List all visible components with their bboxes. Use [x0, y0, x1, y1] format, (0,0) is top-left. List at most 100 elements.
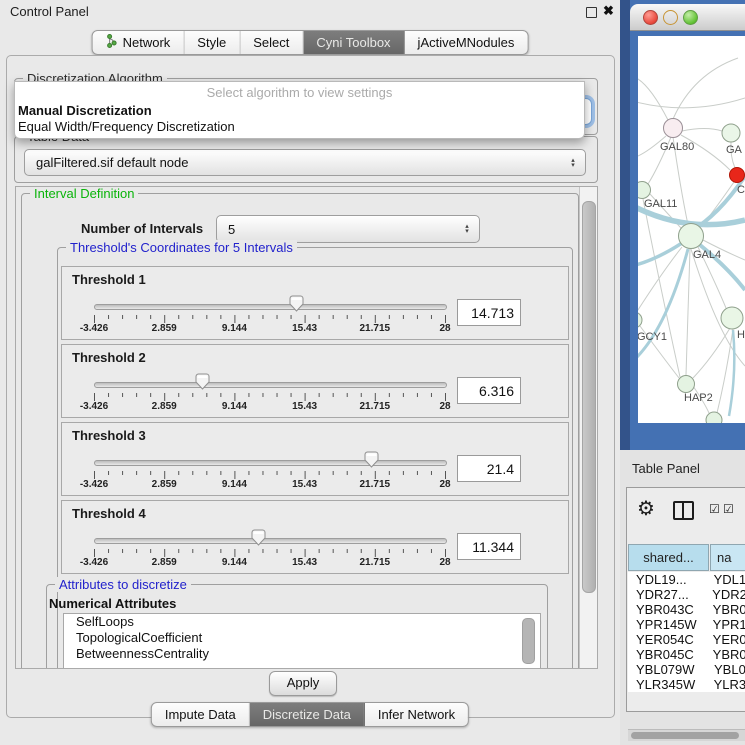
threshold-value-field[interactable]: 11.344	[457, 533, 521, 560]
table-data-combo-value: galFiltered.sif default node	[25, 155, 565, 170]
network-window-titlebar[interactable]	[630, 4, 745, 31]
attribute-item[interactable]: SelfLoops	[64, 614, 540, 630]
threshold-panel: Threshold 4-3.4262.8599.14415.4321.71528…	[61, 500, 569, 574]
threshold-slider[interactable]	[94, 382, 447, 388]
algorithm-dropdown-popup: Select algorithm to view settings Manual…	[14, 81, 585, 139]
tab-infer-network[interactable]: Infer Network	[365, 703, 468, 726]
network-node[interactable]	[638, 312, 642, 328]
tick-label: 9.144	[204, 323, 264, 334]
tab-impute-data[interactable]: Impute Data	[152, 703, 250, 726]
apply-button[interactable]: Apply	[269, 671, 337, 696]
tab-label: Style	[197, 35, 226, 50]
tick-label: -3.426	[64, 401, 124, 412]
tick-label: 2.859	[134, 479, 194, 490]
threshold-value-field[interactable]: 14.713	[457, 299, 521, 326]
node-label: GA	[726, 144, 743, 156]
threshold-label: Threshold 3	[72, 428, 146, 443]
network-node[interactable]	[664, 119, 683, 138]
tick-label: 9.144	[204, 479, 264, 490]
network-node[interactable]	[730, 168, 745, 183]
settings-scrollbar[interactable]	[579, 187, 597, 668]
tick-label: 21.715	[345, 401, 405, 412]
network-edge	[638, 98, 745, 108]
threshold-value-field[interactable]: 21.4	[457, 455, 521, 482]
network-node[interactable]	[638, 182, 651, 199]
close-icon[interactable]: ✖	[603, 3, 614, 19]
tick-label: -3.426	[64, 323, 124, 334]
settings-scrollbar-thumb[interactable]	[582, 201, 596, 593]
cell-name: YDR2	[708, 587, 745, 602]
threshold-slider[interactable]	[94, 304, 447, 310]
algorithm-option[interactable]: Manual Discretization	[18, 103, 152, 118]
close-light[interactable]	[643, 10, 658, 25]
attributes-title: Attributes to discretize	[55, 577, 191, 592]
tab-label: Impute Data	[165, 707, 236, 722]
float-window-icon[interactable]	[586, 7, 597, 18]
minimize-light[interactable]	[663, 10, 678, 25]
slider-handle[interactable]	[251, 529, 266, 551]
gear-icon[interactable]: ⚙	[637, 496, 655, 521]
tab-label: jActiveMNodules	[418, 35, 515, 50]
cell-name: YBR0	[709, 647, 745, 662]
table-row[interactable]: YBR045CYBR0	[628, 647, 745, 662]
threshold-value-field[interactable]: 6.316	[457, 377, 521, 404]
interval-definition-title: Interval Definition	[30, 186, 138, 201]
cell-name: YBL0	[710, 662, 745, 677]
threshold-panel: Threshold 3-3.4262.8599.14415.4321.71528…	[61, 422, 569, 496]
threshold-slider[interactable]	[94, 538, 447, 544]
table-row[interactable]: YPR145WYPR1	[628, 617, 745, 632]
tab-label: Network	[123, 35, 171, 50]
tab-jactivemnodules[interactable]: jActiveMNodules	[405, 31, 528, 54]
table-row[interactable]: YDR27...YDR2	[628, 587, 745, 602]
tab-select[interactable]: Select	[240, 31, 303, 54]
node-label: C	[737, 184, 745, 196]
table-hscrollbar[interactable]	[628, 729, 745, 741]
network-edge	[686, 249, 690, 375]
list-scrollbar-thumb[interactable]	[522, 618, 535, 664]
split-columns-icon[interactable]	[673, 501, 694, 520]
network-node[interactable]	[679, 224, 704, 249]
zoom-light[interactable]	[683, 10, 698, 25]
attribute-item[interactable]: BetweennessCentrality	[64, 646, 540, 662]
checkbox-icon[interactable]: ☑	[709, 502, 720, 516]
threshold-panel: Threshold 1-3.4262.8599.14415.4321.71528…	[61, 266, 569, 340]
threshold-slider[interactable]	[94, 460, 447, 466]
node-table-rows: YDL19...YDL1YDR27...YDR2YBR043CYBR0YPR14…	[628, 572, 745, 692]
slider-handle[interactable]	[195, 373, 210, 395]
cell-shared-name: YDR27...	[628, 587, 708, 602]
attribute-item[interactable]: TopologicalCoefficient	[64, 630, 540, 646]
tick-label: 21.715	[345, 479, 405, 490]
settings-scroll-area: Interval Definition Number of Intervals …	[15, 186, 598, 669]
network-edge	[638, 243, 682, 266]
cell-shared-name: YBL079W	[628, 662, 710, 677]
node-label: HAP2	[684, 392, 713, 404]
table-row[interactable]: YER054CYER0	[628, 632, 745, 647]
network-node[interactable]	[678, 376, 695, 393]
checkbox-icon[interactable]: ☑	[723, 502, 734, 516]
table-hscrollbar-thumb[interactable]	[631, 732, 739, 739]
algorithm-option[interactable]: Equal Width/Frequency Discretization	[18, 119, 235, 134]
table-data-combo[interactable]: galFiltered.sif default node ▴▾	[24, 149, 586, 176]
number-of-intervals-combo[interactable]: 5 ▴▾	[216, 215, 480, 243]
tab-network[interactable]: Network	[93, 31, 185, 54]
table-row[interactable]: YLR345WYLR3	[628, 677, 745, 692]
column-header[interactable]: shared...	[628, 544, 709, 571]
column-header[interactable]: na	[710, 544, 745, 571]
tick-label: 2.859	[134, 557, 194, 568]
tick-label: 15.43	[275, 401, 335, 412]
network-node[interactable]	[722, 124, 740, 142]
network-view-canvas[interactable]: GAL80GACGAL11GAL4GCY1HHAP2	[638, 36, 745, 423]
slider-handle[interactable]	[289, 295, 304, 317]
tab-discretize-data[interactable]: Discretize Data	[250, 703, 365, 726]
tab-style[interactable]: Style	[184, 31, 240, 54]
slider-handle[interactable]	[364, 451, 379, 473]
tick-label: 2.859	[134, 401, 194, 412]
numerical-attributes-list[interactable]: SelfLoopsTopologicalCoefficientBetweenne…	[63, 613, 541, 669]
table-row[interactable]: YBR043CYBR0	[628, 602, 745, 617]
table-row[interactable]: YDL19...YDL1	[628, 572, 745, 587]
network-node[interactable]	[706, 412, 722, 423]
panel-title: Control Panel	[10, 4, 89, 19]
tab-cyni-toolbox[interactable]: Cyni Toolbox	[303, 31, 404, 54]
table-row[interactable]: YBL079WYBL0	[628, 662, 745, 677]
network-node[interactable]	[721, 307, 743, 329]
